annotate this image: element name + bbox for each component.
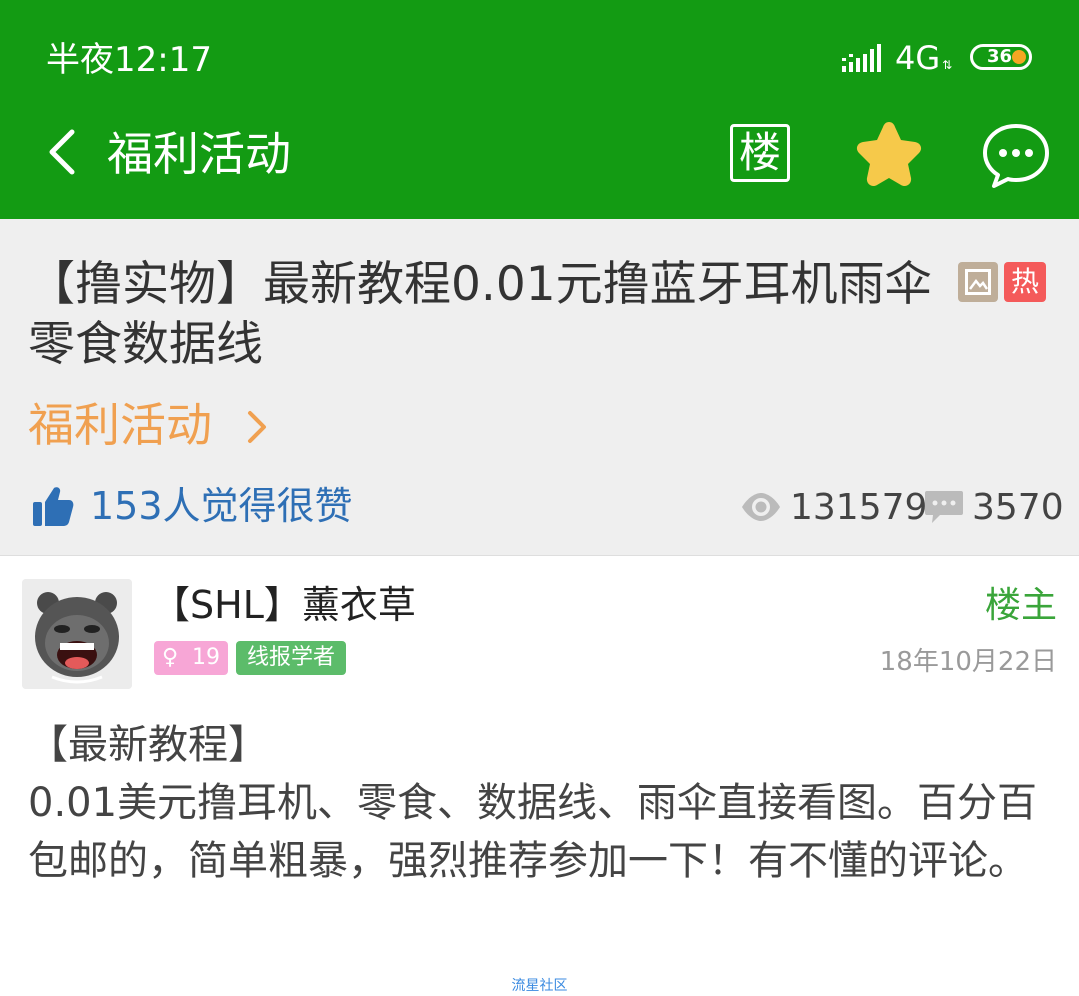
post-content: 【最新教程】 0.01美元撸耳机、零食、数据线、雨伞直接看图。百分百包邮的，简单… — [28, 716, 1058, 890]
status-bar: 半夜12:17 4G ⇅ 36 — [0, 30, 1079, 88]
battery-fill — [1012, 50, 1026, 64]
female-icon: ♀ — [162, 645, 179, 670]
chat-bubble-icon[interactable] — [980, 120, 1052, 190]
network-type: 4G ⇅ — [895, 38, 952, 85]
image-badge-icon — [958, 262, 998, 302]
views-count: 131579 — [790, 487, 928, 528]
watermark: 流星社区 — [511, 978, 568, 994]
signal-icon — [842, 44, 881, 72]
back-chevron-icon[interactable] — [40, 122, 90, 182]
avatar-image — [22, 579, 132, 689]
rank-badge: 线报学者 — [236, 641, 346, 675]
content-heading: 【最新教程】 — [28, 722, 268, 768]
battery-level: 36 — [987, 46, 1013, 67]
floor-button[interactable]: 楼 — [730, 124, 790, 182]
app-header: 半夜12:17 4G ⇅ 36 福利活动 楼 — [0, 0, 1079, 219]
op-label: 楼主 — [984, 585, 1057, 626]
avatar[interactable] — [22, 579, 132, 689]
page-title: 福利活动 — [107, 127, 291, 181]
content-body: 0.01美元撸耳机、零食、数据线、雨伞直接看图。百分百包邮的，简单粗暴，强烈推荐… — [28, 780, 1038, 884]
eye-icon — [742, 493, 780, 521]
thumbs-up-icon[interactable] — [32, 485, 74, 527]
author-name[interactable]: 【SHL】薰衣草 — [152, 580, 416, 630]
likes-count[interactable]: 153人觉得很赞 — [90, 481, 353, 531]
first-post: 【SHL】薰衣草 ♀ 19 线报学者 楼主 18年10月22日 【最新教程】 0… — [0, 556, 1079, 996]
star-icon[interactable] — [850, 118, 928, 190]
chevron-right-icon[interactable] — [242, 407, 272, 447]
comment-icon — [925, 491, 963, 523]
thread-title: 【撸实物】最新教程0.01元撸蓝牙耳机雨伞零食数据线 — [28, 257, 932, 372]
gender-level-badge: ♀ 19 — [154, 641, 228, 675]
picture-icon — [965, 269, 991, 295]
thread-header: 【撸实物】最新教程0.01元撸蓝牙耳机雨伞零食数据线 热 福利活动 153人觉得… — [0, 219, 1079, 556]
user-level: 19 — [192, 645, 220, 670]
hot-badge: 热 — [1004, 262, 1046, 302]
nav-bar: 福利活动 楼 — [0, 100, 1079, 210]
status-time: 半夜12:17 — [46, 40, 212, 80]
comments-count: 3570 — [972, 487, 1064, 528]
network-label: 4G — [895, 39, 941, 77]
network-arrows: ⇅ — [942, 58, 953, 72]
category-link[interactable]: 福利活动 — [28, 395, 212, 455]
post-date: 18年10月22日 — [879, 647, 1057, 677]
battery-icon: 36 — [970, 44, 1032, 70]
